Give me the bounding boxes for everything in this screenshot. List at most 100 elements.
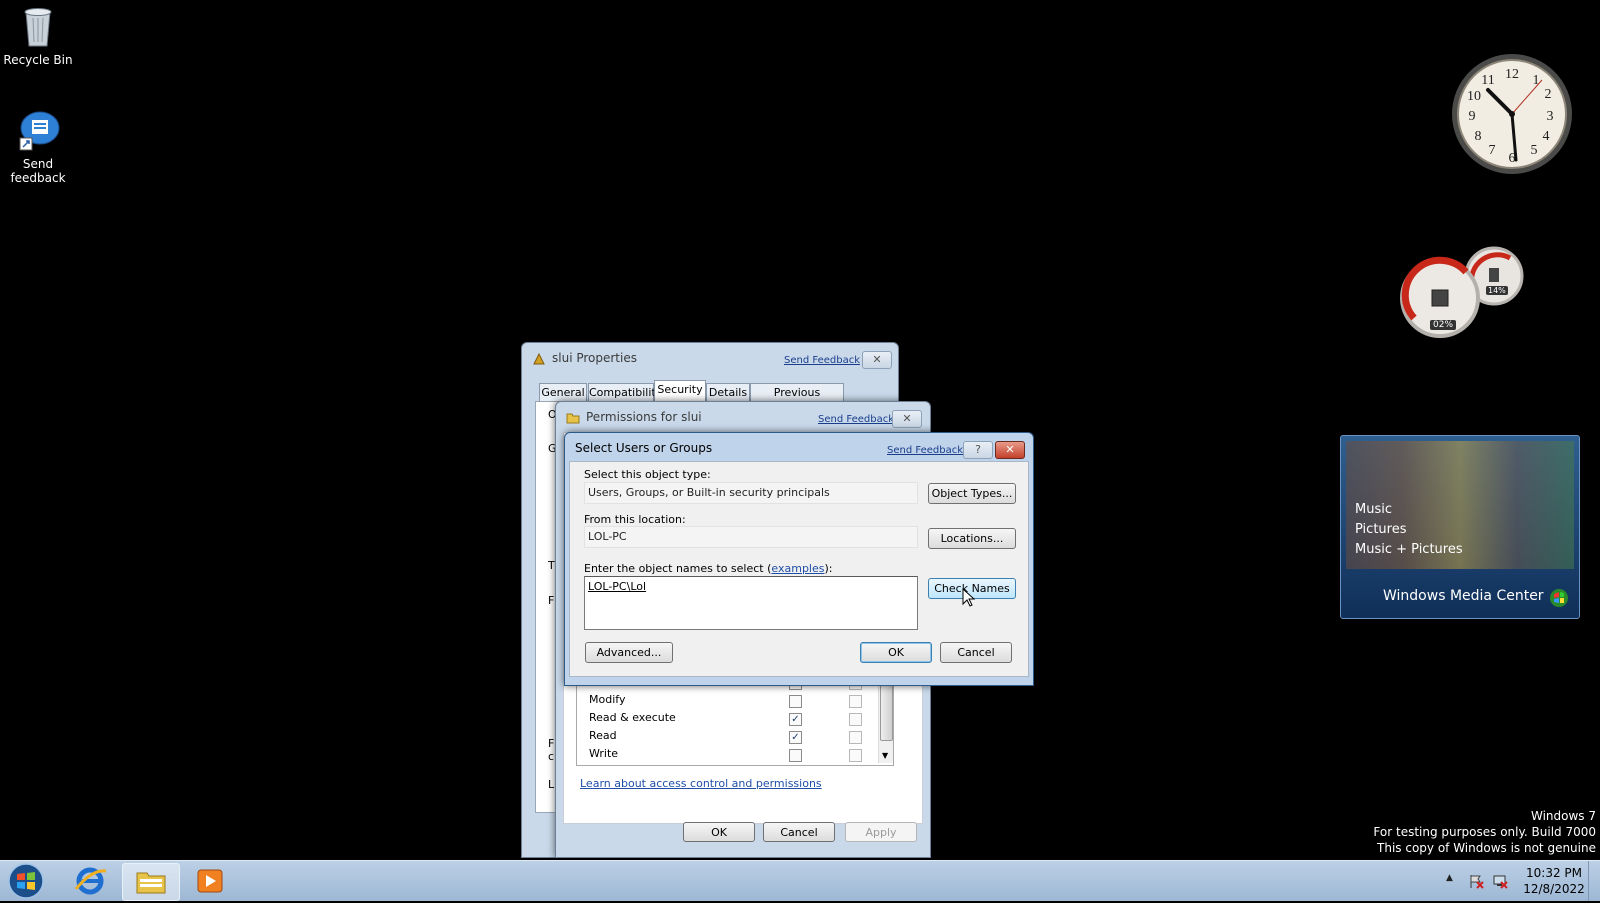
clock-gadget[interactable]: 12 1 2 345 678 9 10 11 [1450, 52, 1574, 179]
select-ok-button[interactable]: OK [860, 642, 932, 663]
select-cancel-button[interactable]: Cancel [940, 642, 1012, 663]
location-field: LOL-PC [584, 526, 918, 548]
perm-send-feedback[interactable]: Send Feedback [818, 414, 894, 425]
select-send-feedback[interactable]: Send Feedback [887, 445, 963, 456]
advanced-button[interactable]: Advanced... [585, 642, 673, 663]
select-users-dialog[interactable]: Select Users or Groups Send Feedback ? ✕… [564, 432, 1034, 686]
cpu-percent-readout: 02% [1430, 320, 1457, 330]
clock-readout[interactable]: 10:32 PM 12/8/2022 [1514, 865, 1594, 897]
tab-general[interactable]: General [539, 383, 587, 401]
media-center-logo-icon [1550, 589, 1568, 607]
media-menu-music-pictures[interactable]: Music + Pictures [1355, 542, 1463, 557]
object-names-label-text: Enter the object names to select ( [584, 562, 772, 575]
svg-text:3: 3 [1547, 109, 1554, 124]
folder-icon [136, 872, 166, 894]
deny-checkbox[interactable] [849, 731, 862, 744]
media-player-icon [197, 869, 223, 893]
perm-title: Permissions for slui [586, 410, 702, 424]
watermark-line-2: For testing purposes only. Build 7000 [1373, 825, 1596, 839]
taskbar-explorer[interactable] [122, 863, 180, 901]
svg-text:2: 2 [1545, 87, 1552, 102]
gauge-icon [1400, 246, 1524, 338]
perm-row-read: Read ✓ [589, 729, 879, 744]
show-hidden-icons-icon[interactable]: ▲ [1446, 873, 1453, 883]
deny-checkbox[interactable] [849, 695, 862, 708]
allow-checkbox[interactable] [789, 749, 802, 762]
taskbar-time: 10:32 PM [1526, 866, 1582, 880]
svg-text:8: 8 [1475, 129, 1482, 144]
perm-name: Read & execute [589, 711, 676, 724]
props-close-button[interactable]: ✕ [862, 351, 892, 369]
feedback-bubble-icon [19, 111, 60, 151]
svg-text:4: 4 [1543, 129, 1550, 144]
deny-checkbox[interactable] [849, 749, 862, 762]
object-type-field: Users, Groups, or Built-in security prin… [584, 482, 918, 504]
svg-text:11: 11 [1481, 73, 1494, 88]
allow-checkbox[interactable]: ✓ [789, 713, 802, 726]
tab-general-label: General [539, 383, 587, 401]
select-body: Select this object type: Users, Groups, … [569, 461, 1029, 677]
media-menu-music[interactable]: Music [1355, 502, 1392, 517]
deny-checkbox[interactable] [849, 713, 862, 726]
perm-row-read-execute: Read & execute ✓ [589, 711, 879, 726]
props-letter-6: c [548, 750, 555, 763]
select-title: Select Users or Groups [575, 441, 713, 455]
start-button[interactable] [4, 862, 48, 900]
media-menu-pictures[interactable]: Pictures [1355, 522, 1406, 537]
perm-apply-button[interactable]: Apply [845, 822, 917, 842]
media-center-brand: Windows Media Center [1383, 588, 1544, 604]
folder-icon [566, 413, 580, 424]
tab-details[interactable]: Details [706, 383, 750, 401]
cpu-meter-gadget[interactable]: 02% 14% [1400, 246, 1530, 342]
perm-ok-button[interactable]: OK [683, 822, 755, 842]
taskbar-media-player[interactable] [182, 863, 238, 899]
perm-close-button[interactable]: ✕ [892, 410, 922, 428]
select-close-button[interactable]: ✕ [995, 441, 1025, 459]
send-feedback-desktop-icon[interactable]: Send feedback [0, 110, 78, 185]
svg-text:9: 9 [1469, 109, 1476, 124]
allow-checkbox[interactable] [789, 695, 802, 708]
tab-compatibility[interactable]: Compatibility [588, 383, 662, 401]
object-names-label: Enter the object names to select (exampl… [584, 562, 832, 575]
action-center-flag-icon[interactable] [1468, 873, 1484, 889]
object-names-value: LOL-PC\Lol [588, 580, 647, 593]
perm-name: Write [589, 747, 619, 760]
show-desktop-button[interactable] [1588, 861, 1600, 901]
network-disconnected-icon[interactable] [1492, 873, 1508, 889]
object-names-input[interactable]: LOL-PC\Lol [584, 576, 918, 630]
perm-name: Read [589, 729, 617, 742]
props-send-feedback[interactable]: Send Feedback [784, 355, 860, 366]
scroll-thumb[interactable] [880, 685, 893, 741]
memory-percent-readout: 14% [1486, 286, 1508, 295]
media-center-gadget[interactable]: Music Pictures Music + Pictures Windows … [1340, 435, 1580, 619]
windows-watermark: Windows 7 For testing purposes only. Bui… [1373, 808, 1596, 856]
perm-cancel-button[interactable]: Cancel [763, 822, 835, 842]
tab-previous-versions[interactable]: Previous Versions [750, 383, 844, 417]
location-label: From this location: [584, 513, 686, 526]
trash-can-icon [24, 8, 52, 47]
watermark-line-3: This copy of Windows is not genuine [1377, 841, 1596, 855]
object-type-label: Select this object type: [584, 468, 711, 481]
object-types-button[interactable]: Object Types... [928, 483, 1016, 504]
svg-text:10: 10 [1467, 89, 1481, 104]
app-icon [533, 352, 545, 365]
locations-button[interactable]: Locations... [928, 528, 1016, 549]
tab-details-label: Details [706, 383, 750, 401]
props-letter-7: L [548, 778, 555, 791]
taskbar-ie[interactable] [62, 863, 118, 899]
windows-orb-icon [8, 863, 44, 899]
watermark-line-1: Windows 7 [1530, 809, 1596, 823]
recycle-bin-label: Recycle Bin [3, 53, 73, 67]
scroll-down-icon[interactable]: ▼ [882, 751, 888, 760]
recycle-bin-icon[interactable]: Recycle Bin [0, 4, 78, 67]
clock-face-icon: 12 12 345 678 91011 [1452, 54, 1572, 174]
props-letter-4: F [548, 594, 555, 607]
internet-explorer-icon [74, 867, 107, 895]
learn-access-control-link[interactable]: Learn about access control and permissio… [580, 777, 822, 790]
taskbar-date: 12/8/2022 [1523, 882, 1585, 896]
mouse-cursor-icon [962, 588, 976, 607]
examples-link[interactable]: examples [771, 562, 824, 575]
tab-security-label: Security [654, 380, 706, 401]
allow-checkbox[interactable]: ✓ [789, 731, 802, 744]
select-help-button[interactable]: ? [963, 441, 993, 459]
